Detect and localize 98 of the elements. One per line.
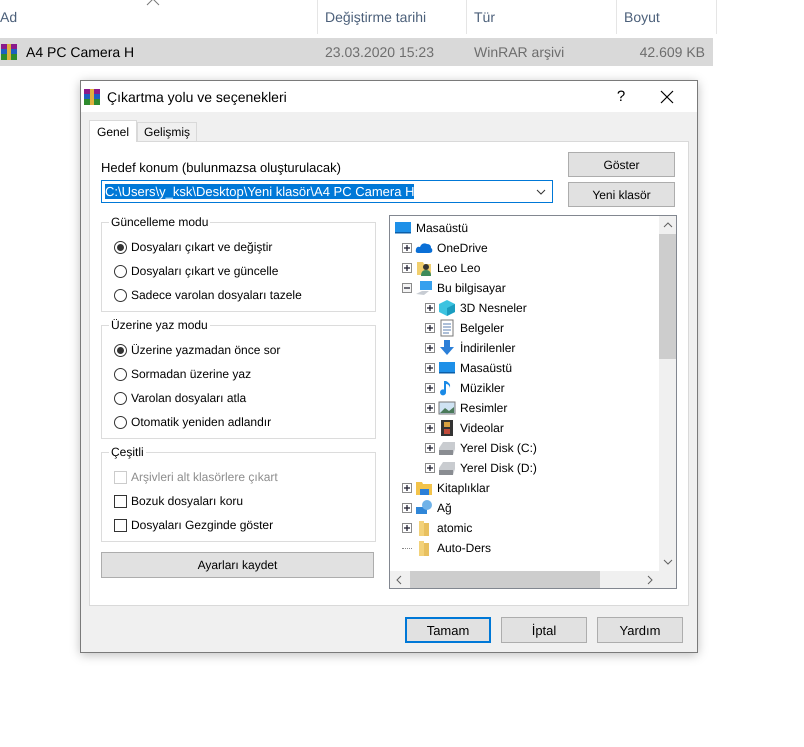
dialog-button[interactable]: Tamam: [405, 617, 491, 643]
drive-icon: [438, 459, 456, 477]
cube-icon: [438, 299, 456, 317]
expander-icon[interactable]: [425, 343, 435, 353]
image-icon: [438, 399, 456, 417]
expander-icon[interactable]: [402, 503, 412, 513]
column-header[interactable]: Boyut: [624, 9, 660, 25]
radio-button[interactable]: [114, 264, 127, 278]
window-title: Çıkartma yolu ve seçenekleri: [107, 88, 288, 104]
dropdown-chevron-icon[interactable]: [536, 188, 546, 194]
radio-label: Sormadan üzerine yaz: [131, 367, 252, 381]
tree-item[interactable]: 3D Nesneler: [460, 301, 527, 315]
film-icon: [438, 419, 456, 437]
tree-item[interactable]: Yerel Disk (C:): [460, 441, 537, 455]
network-icon: [415, 499, 433, 517]
tree-item[interactable]: Kitaplıklar: [437, 481, 490, 495]
expander-icon[interactable]: [402, 483, 412, 493]
scrollbar-thumb[interactable]: [410, 571, 600, 588]
scroll-left-icon[interactable]: [396, 574, 402, 584]
document-icon: [438, 319, 456, 337]
expander-icon[interactable]: [402, 263, 412, 273]
file-type: WinRAR arşivi: [474, 44, 564, 60]
drive-icon: [438, 439, 456, 457]
radio-label: Sadece varolan dosyaları tazele: [131, 288, 302, 302]
side-button[interactable]: Yeni klasör: [568, 182, 675, 207]
tab[interactable]: Genel: [89, 120, 138, 142]
file-name: A4 PC Camera H: [26, 44, 134, 60]
archive-icon: [83, 88, 101, 106]
expander-icon[interactable]: [425, 363, 435, 373]
column-header[interactable]: Tür: [474, 9, 495, 25]
library-folder-icon: [415, 479, 433, 497]
horizontal-scrollbar[interactable]: [390, 571, 659, 588]
tree-item[interactable]: Auto-Ders: [437, 541, 492, 555]
checkbox-label: Bozuk dosyaları koru: [131, 494, 244, 508]
tree-item[interactable]: Masaüstü: [460, 361, 512, 375]
tree-item[interactable]: Belgeler: [460, 321, 504, 335]
file-row[interactable]: A4 PC Camera H 23.03.2020 15:23 WinRAR arşivi 42.609 KB: [0, 38, 713, 66]
radio-button[interactable]: [114, 368, 127, 380]
group-title: Güncelleme modu: [109, 215, 210, 229]
expander-icon[interactable]: [425, 403, 435, 413]
expander-icon[interactable]: [425, 423, 435, 433]
expander-icon[interactable]: [425, 323, 435, 333]
radio-label: Otomatik yeniden adlandır: [131, 415, 272, 429]
expander-icon[interactable]: [425, 443, 435, 453]
radio-button[interactable]: [114, 344, 127, 356]
radio-button[interactable]: [114, 416, 127, 428]
radio-label: Dosyaları çıkart ve değiştir: [131, 240, 272, 254]
expander-icon[interactable]: [402, 523, 412, 533]
help-button[interactable]: ?: [598, 88, 644, 105]
column-header[interactable]: Ad: [0, 9, 18, 25]
computer-icon: [415, 279, 433, 297]
tree-item[interactable]: OneDrive: [437, 241, 488, 255]
file-date: 23.03.2020 15:23: [325, 44, 434, 60]
expander-icon[interactable]: [425, 383, 435, 393]
scroll-right-icon[interactable]: [647, 574, 653, 584]
side-button[interactable]: Göster: [568, 152, 675, 177]
expander-icon[interactable]: [402, 243, 412, 253]
radio-button[interactable]: [114, 240, 127, 254]
save-settings-button[interactable]: Ayarları kaydet: [101, 552, 374, 578]
checkbox[interactable]: [114, 494, 127, 508]
tree-item[interactable]: Yerel Disk (D:): [460, 461, 537, 475]
archive-icon: [0, 43, 18, 61]
group-title: Çeşitli: [109, 445, 146, 459]
download-arrow-icon: [438, 339, 456, 357]
radio-button[interactable]: [114, 392, 127, 404]
scrollbar-thumb[interactable]: [659, 234, 676, 359]
checkbox[interactable]: [114, 518, 127, 532]
radio-label: Üzerine yazmadan önce sor: [131, 343, 280, 357]
column-header[interactable]: Değiştirme tarihi: [325, 9, 426, 25]
tree-item[interactable]: Resimler: [460, 401, 508, 415]
tree-item[interactable]: Masaüstü: [416, 221, 468, 235]
expander-icon[interactable]: [425, 303, 435, 313]
close-icon[interactable]: [660, 90, 674, 104]
expander-icon[interactable]: [425, 463, 435, 473]
tree-item[interactable]: Videolar: [460, 421, 504, 435]
scroll-down-icon[interactable]: [662, 559, 672, 565]
tab[interactable]: Gelişmiş: [137, 122, 198, 141]
group-title: Üzerine yaz modu: [109, 318, 210, 332]
file-size: 42.609 KB: [640, 44, 705, 60]
checkbox-label: Arşivleri alt klasörlere çıkart: [131, 470, 278, 484]
tree-item[interactable]: Bu bilgisayar: [437, 281, 506, 295]
radio-label: Dosyaları çıkart ve güncelle: [131, 264, 278, 278]
tree-item[interactable]: atomic: [437, 521, 472, 535]
destination-label: Hedef konum (bulunmazsa oluşturulacak): [101, 160, 342, 175]
checkbox-label: Dosyaları Gezginde göster: [131, 518, 274, 532]
tree-item[interactable]: İndirilenler: [460, 341, 516, 355]
radio-button[interactable]: [114, 288, 127, 302]
dialog-button[interactable]: Yardım: [597, 617, 683, 643]
tree-item[interactable]: Ağ: [437, 501, 452, 515]
tree-item[interactable]: Müzikler: [460, 381, 505, 395]
scroll-up-icon[interactable]: [662, 222, 672, 228]
vertical-scrollbar[interactable]: [659, 216, 676, 571]
tree-item[interactable]: Leo Leo: [437, 261, 480, 275]
radio-label: Varolan dosyaları atla: [131, 391, 246, 405]
path-combobox[interactable]: C:\Users\y_ksk\Desktop\Yeni klasör\A4 PC Camera H: [101, 180, 553, 203]
expander-icon[interactable]: [402, 283, 412, 293]
dialog-button[interactable]: İptal: [501, 617, 587, 643]
user-folder-icon: [415, 259, 433, 277]
